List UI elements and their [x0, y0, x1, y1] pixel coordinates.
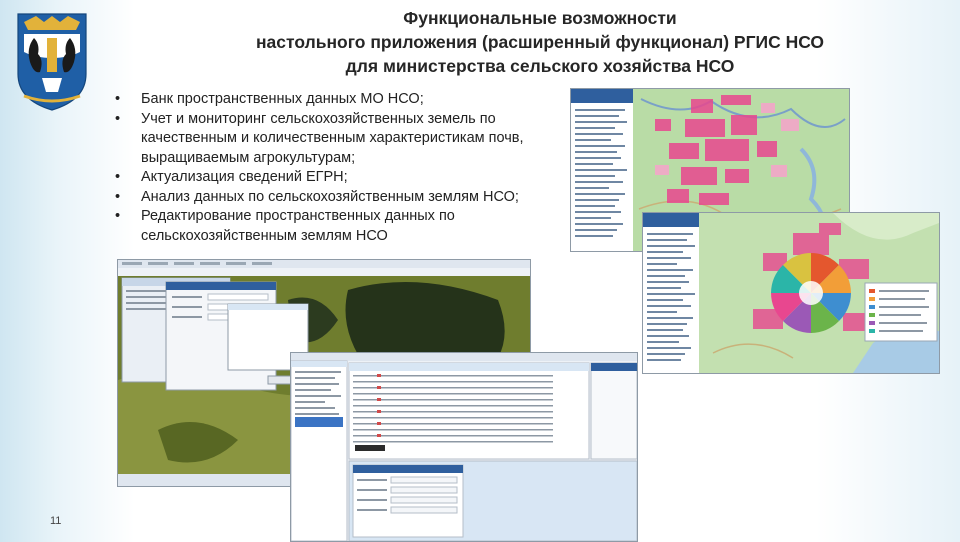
- feature-list: Банк пространственных данных МО НСО; Уче…: [112, 90, 552, 246]
- feature-item: Учет и мониторинг сельскохозяйственных з…: [112, 110, 552, 169]
- screenshot-web-map-2: [642, 212, 940, 374]
- title-line-3: для министерства сельского хозяйства НСО: [345, 56, 735, 76]
- slide-title: Функциональные возможности настольного п…: [180, 6, 900, 78]
- feature-item: Банк пространственных данных МО НСО;: [112, 90, 552, 110]
- coat-of-arms-emblem: [17, 13, 87, 111]
- feature-item: Актуализация сведений ЕГРН;: [112, 168, 552, 188]
- feature-item: Редактирование пространственных данных п…: [112, 207, 552, 246]
- title-line-2: настольного приложения (расширенный функ…: [255, 32, 825, 52]
- page-number: 11: [50, 515, 62, 527]
- screenshot-desktop-table: [290, 352, 638, 542]
- title-line-1: Функциональные возможности: [403, 8, 677, 28]
- feature-item: Анализ данных по сельскохозяйственным зе…: [112, 188, 552, 208]
